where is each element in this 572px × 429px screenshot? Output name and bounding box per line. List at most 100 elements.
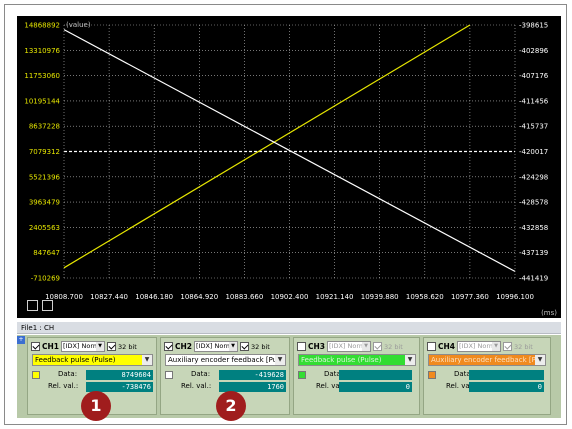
- channel-header: CH1 [IDX] Norma ▼ 32 bit: [31, 340, 138, 353]
- y-right-tick-label: -420017: [519, 148, 548, 156]
- mode-dropdown[interactable]: [IDX] Norma ▼: [327, 341, 371, 352]
- y-left-tick-label: 7079312: [29, 148, 60, 156]
- x-tick-label: 10977.360: [451, 293, 489, 301]
- channel-enable-checkbox[interactable]: [297, 342, 306, 351]
- signal-value: Feedback pulse (Pulse): [35, 356, 116, 364]
- channel-header: CH2 [IDX] Norma ▼ 32 bit: [164, 340, 271, 353]
- file-tab-label: File1 : CH: [21, 324, 55, 332]
- channel-panel-area: + CH1 [IDX] Norma ▼ 32 bit Feedback pulse…: [17, 335, 561, 421]
- channel-name: CH4: [438, 342, 455, 351]
- channel-name: CH1: [42, 342, 59, 351]
- x-tick-label: 10996.100: [496, 293, 534, 301]
- y-left-tick-label: 3963479: [29, 199, 60, 207]
- chevron-down-icon: ▼: [405, 355, 415, 365]
- channel-header: CH3 [IDX] Norma ▼ 32 bit: [297, 340, 404, 353]
- bit-label: 32 bit: [251, 342, 270, 351]
- channel-panel-ch3: CH3 [IDX] Norma ▼ 32 bit Feedback pulse (…: [293, 337, 420, 415]
- y-right-tick-label: -402896: [519, 47, 549, 55]
- x-tick-label: 10827.440: [90, 293, 128, 301]
- channel-enable-checkbox[interactable]: [427, 342, 436, 351]
- mode-dropdown[interactable]: [IDX] Norma ▼: [61, 341, 105, 352]
- channel-name: CH2: [175, 342, 192, 351]
- signal-dropdown[interactable]: Auxiliary encoder feedback [Pu ▼: [428, 354, 546, 366]
- plot-canvas: 14868892 -398615 13310976 -402896 11753060 -4…: [24, 21, 557, 317]
- y-right-tick-label: -415737: [519, 123, 548, 131]
- signal-value: Feedback pulse (Pulse): [301, 356, 382, 364]
- x-tick-label: 10921.140: [316, 293, 354, 301]
- chevron-down-icon: ▼: [492, 342, 500, 351]
- y-left-tick-label: 5521396: [29, 173, 61, 181]
- y-right-tick-label: -441419: [519, 275, 548, 283]
- mode-dropdown[interactable]: [IDX] Norma ▼: [457, 341, 501, 352]
- x-tick-label: 10958.620: [406, 293, 444, 301]
- y-left-tick-label: 13310976: [24, 47, 60, 55]
- bit-checkbox[interactable]: [240, 342, 249, 351]
- bit-label: 32 bit: [118, 342, 137, 351]
- color-swatch[interactable]: [298, 371, 306, 379]
- file-tab-bar[interactable]: File1 : CH: [17, 322, 561, 334]
- bit-checkbox[interactable]: [503, 342, 512, 351]
- x-tick-label: 10939.880: [361, 293, 399, 301]
- bit-checkbox[interactable]: [107, 342, 116, 351]
- rel-val-label: Rel. val.:: [48, 382, 79, 390]
- data-value: 8749604: [86, 370, 153, 380]
- channel-header: CH4 [IDX] Norma ▼ 32 bit: [427, 340, 534, 353]
- channel-enable-checkbox[interactable]: [31, 342, 40, 351]
- y-left-tick-label: 847647: [33, 249, 60, 257]
- chevron-down-icon: ▼: [229, 342, 237, 351]
- signal-dropdown[interactable]: Feedback pulse (Pulse) ▼: [32, 354, 153, 366]
- color-swatch[interactable]: [428, 371, 436, 379]
- x-axis-caption: (ms): [541, 309, 557, 317]
- channel-panel-ch4: CH4 [IDX] Norma ▼ 32 bit Auxiliary encode…: [423, 337, 551, 415]
- y-left-tick-label: 14868892: [24, 22, 60, 30]
- data-label: Data:: [191, 370, 211, 378]
- signal-value: Auxiliary encoder feedback [Pu: [168, 356, 278, 364]
- signal-dropdown[interactable]: Feedback pulse (Pulse) ▼: [298, 354, 416, 366]
- callout-badge-1: 1: [81, 391, 111, 421]
- waveform-plot[interactable]: 14868892 -398615 13310976 -402896 11753060 -4…: [17, 16, 561, 318]
- channel-name: CH3: [308, 342, 325, 351]
- color-swatch[interactable]: [32, 371, 40, 379]
- chevron-down-icon: ▼: [362, 342, 370, 351]
- channel-enable-checkbox[interactable]: [164, 342, 173, 351]
- chevron-down-icon: ▼: [275, 355, 285, 365]
- data-value: -419628: [219, 370, 286, 380]
- x-tick-label: 10864.920: [180, 293, 218, 301]
- y-left-tick-label: 8637228: [29, 123, 60, 131]
- y-left-tick-label: 10195144: [24, 97, 60, 105]
- expand-icon[interactable]: +: [17, 336, 25, 344]
- signal-value: Auxiliary encoder feedback [Pu: [431, 356, 541, 364]
- bit-checkbox[interactable]: [373, 342, 382, 351]
- chevron-down-icon: ▼: [142, 355, 152, 365]
- chevron-down-icon: ▼: [96, 342, 104, 351]
- series-line-1: [63, 24, 471, 269]
- y-right-tick-label: -398615: [519, 22, 548, 30]
- x-tick-label: 10883.660: [225, 293, 263, 301]
- color-swatch[interactable]: [165, 371, 173, 379]
- y-right-tick-label: -428578: [519, 199, 548, 207]
- rel-value: 0: [469, 382, 544, 392]
- y-left-tick-label: 2405563: [29, 224, 60, 232]
- rel-value: 0: [339, 382, 412, 392]
- rel-val-label: Rel. val.:: [181, 382, 212, 390]
- data-value: [339, 370, 412, 380]
- y-left-tick-label: 11753060: [24, 72, 60, 80]
- x-tick-label: 10902.400: [271, 293, 309, 301]
- window-toggle-icon-2[interactable]: [42, 300, 53, 311]
- y-left-tick-label: -710269: [31, 275, 60, 283]
- screenshot-frame: 14868892 -398615 13310976 -402896 11753060 -4…: [4, 4, 567, 425]
- callout-badge-2: 2: [216, 391, 246, 421]
- chevron-down-icon: ▼: [535, 355, 545, 365]
- y-right-tick-label: -411456: [519, 97, 549, 105]
- data-value: [469, 370, 544, 380]
- y-right-tick-label: -437139: [519, 249, 548, 257]
- signal-dropdown[interactable]: Auxiliary encoder feedback [Pu ▼: [165, 354, 286, 366]
- y-right-tick-label: -432858: [519, 224, 548, 232]
- y-right-tick-label: -424298: [519, 173, 548, 181]
- y-right-tick-label: -407176: [519, 72, 549, 80]
- y-axis-caption: (value): [66, 21, 91, 29]
- x-tick-label: 10846.180: [135, 293, 173, 301]
- window-toggle-icon[interactable]: [27, 300, 38, 311]
- bit-label: 32 bit: [384, 342, 403, 351]
- mode-dropdown[interactable]: [IDX] Norma ▼: [194, 341, 238, 352]
